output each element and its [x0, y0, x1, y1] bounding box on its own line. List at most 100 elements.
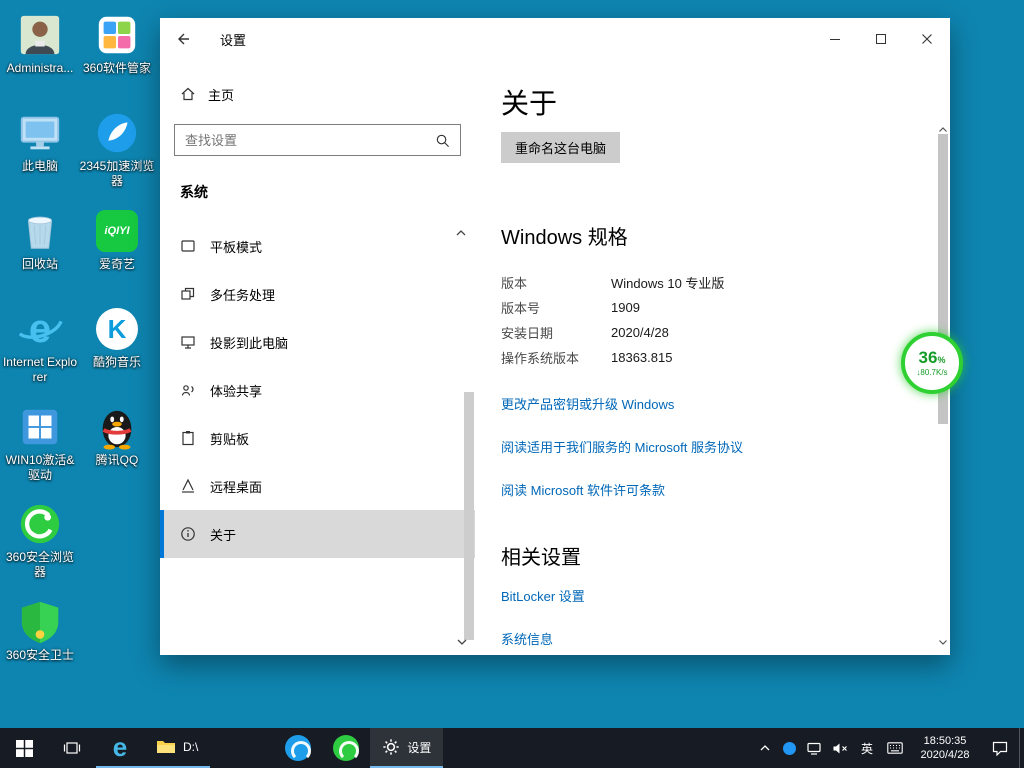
keyboard-icon [887, 742, 903, 754]
system-tray: 英 18:50:35 2020/4/28 [753, 728, 1024, 768]
task-view-button[interactable] [48, 728, 96, 768]
kugou-icon: K [94, 306, 140, 352]
nav-scroll-down-icon[interactable] [456, 633, 468, 651]
360-browser-icon [333, 735, 359, 761]
360-software-manager-icon [94, 12, 140, 58]
back-button[interactable] [160, 18, 206, 60]
network-speed: ↓80.7K/s [916, 368, 947, 377]
bitlocker-settings-link[interactable]: BitLocker 设置 [501, 586, 910, 605]
related-settings-heading: 相关设置 [501, 541, 910, 570]
desktop-icon-internet-explorer[interactable]: e Internet Explorer [1, 306, 79, 385]
desktop-icon-label: Administra... [7, 61, 74, 76]
desktop-icon-2345-browser[interactable]: 2345加速浏览器 [78, 110, 156, 189]
desktop-icon-label: Internet Explorer [1, 355, 79, 385]
rename-pc-button[interactable]: 重命名这台电脑 [501, 132, 620, 163]
desktop-icon-administrator[interactable]: Administra... [1, 12, 79, 76]
shared-experiences-icon [180, 382, 196, 398]
desktop-icon-label: 360安全浏览器 [1, 550, 79, 580]
2345-browser-icon [285, 735, 311, 761]
desktop-icon-label: 2345加速浏览器 [78, 159, 156, 189]
explorer-button-label: D:\ [183, 740, 198, 754]
settings-window: 设置 主页 系统 [160, 18, 950, 655]
speed-ball-widget[interactable]: 36% ↓80.7K/s [901, 332, 963, 394]
taskbar-spacer [210, 728, 274, 768]
taskbar-browser-e-button[interactable]: e [96, 728, 144, 768]
settings-nav-pane: 主页 系统 平板模式 多任务处理 [160, 60, 475, 655]
window-title: 设置 [220, 30, 246, 49]
edge-icon: e [113, 734, 127, 760]
desktop-icon-this-pc[interactable]: 此电脑 [1, 110, 79, 174]
nav-item-clipboard[interactable]: 剪贴板 [160, 414, 475, 462]
tablet-icon [180, 238, 196, 254]
taskbar-2345-button[interactable] [274, 728, 322, 768]
desktop-icon-360-software-manager[interactable]: 360软件管家 [78, 12, 156, 76]
windows-spec-heading: Windows 规格 [501, 221, 910, 250]
iqiyi-icon: iQIYI [94, 208, 140, 254]
desktop-icon-360-browser[interactable]: 360安全浏览器 [1, 501, 79, 580]
chevron-up-icon [759, 744, 771, 752]
spec-label: 版本号 [501, 298, 611, 317]
back-arrow-icon [175, 31, 191, 47]
search-icon [435, 133, 450, 148]
nav-item-tablet-mode[interactable]: 平板模式 [160, 222, 475, 270]
tray-app-icon[interactable] [777, 728, 801, 768]
nav-item-label: 多任务处理 [210, 285, 275, 304]
speaker-muted-icon [832, 742, 848, 755]
settings-button-label: 设置 [407, 739, 431, 756]
system-info-link[interactable]: 系统信息 [501, 629, 910, 648]
notification-icon [992, 741, 1008, 756]
tray-input-language[interactable]: 英 [853, 728, 881, 768]
nav-home[interactable]: 主页 [180, 82, 475, 106]
desktop-icon-kugou[interactable]: K 酷狗音乐 [78, 306, 156, 370]
show-desktop-button[interactable] [1019, 728, 1024, 768]
taskbar-settings-button[interactable]: 设置 [370, 728, 443, 768]
tray-network-button[interactable] [801, 728, 827, 768]
desktop-icon-win10-activate[interactable]: WIN10激活&驱动 [1, 404, 79, 483]
minimize-button[interactable] [812, 18, 858, 60]
close-button[interactable] [904, 18, 950, 60]
desktop-icon-label: 回收站 [22, 257, 58, 272]
nav-item-label: 投影到此电脑 [210, 333, 288, 352]
tray-volume-button[interactable] [827, 728, 853, 768]
spec-label: 版本 [501, 273, 611, 292]
desktop-icon-recycle-bin[interactable]: 回收站 [1, 208, 79, 272]
tray-time: 18:50:35 [924, 734, 967, 748]
nav-item-label: 远程桌面 [210, 477, 262, 496]
start-button[interactable] [0, 728, 48, 768]
recycle-bin-icon [17, 208, 63, 254]
desktop-icon-label: 酷狗音乐 [93, 355, 141, 370]
nav-item-about[interactable]: 关于 [160, 510, 475, 558]
tray-touch-keyboard-button[interactable] [881, 728, 909, 768]
desktop-icon-label: 360安全卫士 [6, 648, 74, 663]
nav-item-remote-desktop[interactable]: 远程桌面 [160, 462, 475, 510]
multitask-icon [180, 286, 196, 302]
page-title: 关于 [501, 82, 910, 122]
taskbar-360-browser-button[interactable] [322, 728, 370, 768]
change-product-key-link[interactable]: 更改产品密钥或升级 Windows [501, 394, 910, 413]
taskbar-explorer-button[interactable]: D:\ [144, 728, 210, 768]
desktop-icon-360-safe[interactable]: 360安全卫士 [1, 599, 79, 663]
settings-search-input[interactable] [185, 133, 435, 148]
desktop-icon-qq[interactable]: 腾讯QQ [78, 404, 156, 468]
titlebar[interactable]: 设置 [160, 18, 950, 60]
nav-item-projecting[interactable]: 投影到此电脑 [160, 318, 475, 366]
action-center-button[interactable] [981, 728, 1019, 768]
clipboard-icon [180, 430, 196, 446]
desktop-icon-label: WIN10激活&驱动 [1, 453, 79, 483]
license-terms-link[interactable]: 阅读 Microsoft 软件许可条款 [501, 480, 910, 499]
settings-search-box[interactable] [174, 124, 461, 156]
nav-scrollbar-thumb[interactable] [464, 392, 474, 640]
tray-overflow-button[interactable] [753, 728, 777, 768]
remote-desktop-icon [180, 478, 196, 494]
services-agreement-link[interactable]: 阅读适用于我们服务的 Microsoft 服务协议 [501, 437, 910, 456]
nav-item-shared-experiences[interactable]: 体验共享 [160, 366, 475, 414]
maximize-button[interactable] [858, 18, 904, 60]
scroll-down-icon[interactable] [938, 633, 948, 651]
spec-row: 版本号 1909 [501, 295, 910, 320]
desktop-icon-iqiyi[interactable]: iQIYI 爱奇艺 [78, 208, 156, 272]
nav-list: 平板模式 多任务处理 投影到此电脑 体验共享 剪贴板 [160, 222, 475, 558]
gear-icon [382, 738, 400, 756]
desktop-icon-label: 爱奇艺 [99, 257, 135, 272]
tray-clock[interactable]: 18:50:35 2020/4/28 [909, 728, 981, 768]
nav-item-multitasking[interactable]: 多任务处理 [160, 270, 475, 318]
